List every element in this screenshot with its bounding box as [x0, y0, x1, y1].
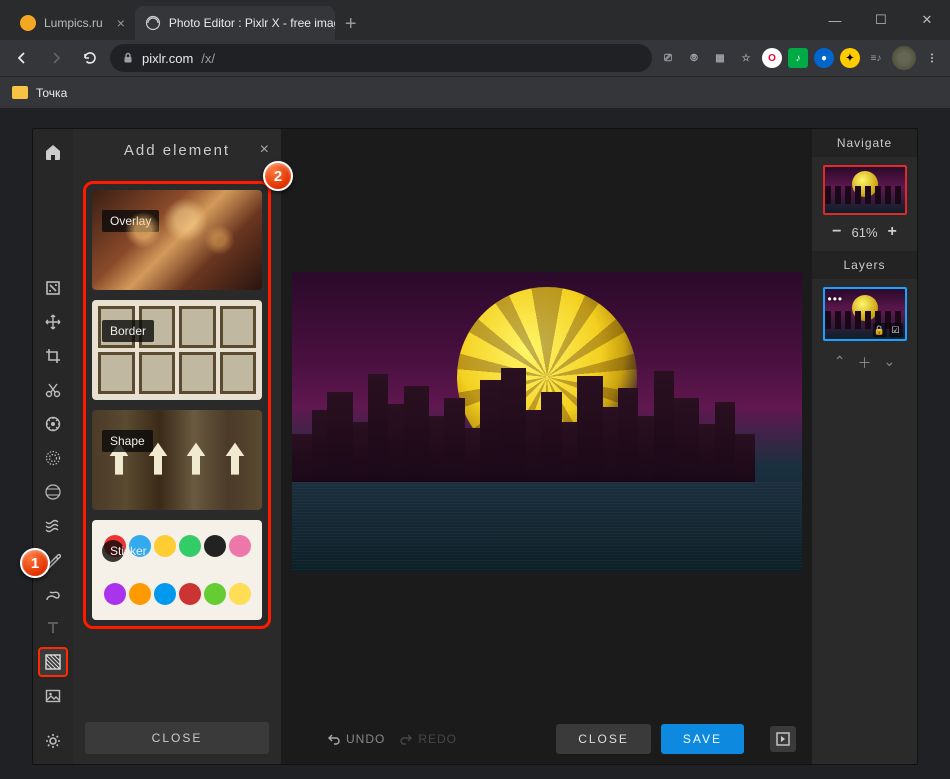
add-element-tool[interactable] [38, 647, 68, 677]
effect-tool[interactable] [38, 443, 68, 473]
close-panel-button[interactable]: × [260, 141, 271, 159]
filter-tool[interactable] [38, 477, 68, 507]
back-button[interactable] [8, 44, 36, 72]
annotation-badge-1: 1 [20, 548, 50, 578]
layer-controls: ⌃ ＋ ⌄ [812, 349, 917, 377]
panel-close-button[interactable]: CLOSE [85, 722, 269, 754]
tool-column [33, 129, 73, 764]
close-window-button[interactable]: ✕ [904, 0, 950, 40]
url-input[interactable]: pixlr.com/x/ [110, 44, 652, 72]
category-label: Sticker [102, 540, 124, 562]
qr-icon[interactable]: ▦ [710, 48, 730, 68]
favicon-pixlr [145, 15, 161, 31]
settings-button[interactable] [38, 726, 68, 756]
canvas[interactable] [292, 272, 802, 572]
move-tool[interactable] [38, 307, 68, 337]
browser-tab-2[interactable]: Photo Editor : Pixlr X - free image × [135, 6, 335, 40]
tab-title: Lumpics.ru [44, 16, 103, 30]
cast-icon[interactable]: ⎚ [658, 48, 678, 68]
adjust-tool[interactable] [38, 409, 68, 439]
navigate-header: Navigate [812, 129, 917, 157]
ext-yellow-icon[interactable]: ✦ [840, 48, 860, 68]
liquify-tool[interactable] [38, 511, 68, 541]
minimize-button[interactable]: — [812, 0, 858, 40]
address-bar: pixlr.com/x/ ⎚ ⦾ ▦ ☆ O ♪ ● ✦ ≡♪ ⋮ [0, 40, 950, 76]
category-label: Shape [102, 430, 153, 452]
folder-icon [12, 86, 28, 99]
zoom-out-button[interactable]: − [832, 223, 841, 241]
draw-tool[interactable] [38, 579, 68, 609]
zoom-value: 61% [851, 225, 877, 240]
layer-up-button[interactable]: ⌃ [834, 353, 846, 373]
canvas-area: UNDO REDO CLOSE SAVE [281, 129, 812, 764]
visibility-icon[interactable]: ☑ [889, 323, 903, 337]
ext-blue-icon[interactable]: ● [814, 48, 834, 68]
zoom-controls: − 61% + [812, 219, 917, 251]
category-shape[interactable]: Shape [92, 410, 262, 510]
add-image-tool[interactable] [38, 681, 68, 711]
lock-icon [122, 52, 134, 64]
ext-green-icon[interactable]: ♪ [788, 48, 808, 68]
bookmarks-bar: Точка [0, 76, 950, 108]
crop-tool[interactable] [38, 341, 68, 371]
url-host: pixlr.com [142, 51, 193, 66]
category-border[interactable]: Border [92, 300, 262, 400]
panel-title: Add element [124, 142, 230, 159]
url-path: /x/ [201, 51, 215, 66]
profile-avatar[interactable] [892, 46, 916, 70]
window-controls: — ☐ ✕ [812, 0, 950, 40]
reload-button[interactable] [76, 44, 104, 72]
text-tool[interactable] [38, 613, 68, 643]
browser-tab-1[interactable]: Lumpics.ru × [10, 6, 135, 40]
ext-opera-icon[interactable]: O [762, 48, 782, 68]
cutout-tool[interactable] [38, 375, 68, 405]
favicon-lumpics [20, 15, 36, 31]
reading-list-icon[interactable]: ≡♪ [866, 48, 886, 68]
close-icon[interactable]: × [117, 15, 125, 31]
browser-tab-strip: Lumpics.ru × Photo Editor : Pixlr X - fr… [0, 0, 950, 40]
category-overlay[interactable]: Overlay [92, 190, 262, 290]
add-element-panel: Add element × 2 Overlay Border Shape [73, 129, 281, 764]
annotation-badge-2: 2 [263, 161, 293, 191]
canvas-footer: UNDO REDO CLOSE SAVE [281, 714, 812, 764]
panel-header: Add element × [73, 129, 281, 171]
navigate-thumbnail[interactable] [823, 165, 907, 215]
menu-button[interactable]: ⋮ [922, 48, 942, 68]
maximize-button[interactable]: ☐ [858, 0, 904, 40]
layer-menu-button[interactable]: ••• [828, 292, 844, 306]
lock-icon[interactable]: 🔒 [873, 323, 887, 337]
add-layer-button[interactable]: ＋ [858, 353, 872, 373]
element-categories: Overlay Border Shape Sticker [83, 181, 271, 629]
forward-button[interactable] [42, 44, 70, 72]
category-sticker[interactable]: Sticker [92, 520, 262, 620]
layer-item[interactable]: ••• 🔒 ☑ [823, 287, 907, 341]
arrange-tool[interactable] [38, 273, 68, 303]
home-button[interactable] [40, 139, 66, 165]
bookmark-item[interactable]: Точка [36, 86, 67, 100]
zoom-in-button[interactable]: + [888, 223, 897, 241]
new-tab-button[interactable]: + [335, 9, 367, 40]
layers-header: Layers [812, 251, 917, 279]
layer-down-button[interactable]: ⌄ [884, 353, 896, 373]
right-sidebar: Navigate − 61% + Layers ••• 🔒 ☑ ⌃ ＋ ⌄ [812, 129, 917, 764]
history-toggle-button[interactable] [770, 726, 796, 752]
category-label: Border [102, 320, 154, 342]
save-button[interactable]: SAVE [661, 724, 744, 754]
close-button[interactable]: CLOSE [556, 724, 651, 754]
star-icon[interactable]: ☆ [736, 48, 756, 68]
tab-title: Photo Editor : Pixlr X - free image [169, 16, 335, 30]
category-label: Overlay [102, 210, 159, 232]
redo-button[interactable]: REDO [399, 732, 457, 746]
undo-button[interactable]: UNDO [327, 732, 385, 746]
pixlr-app: Add element × 2 Overlay Border Shape [32, 128, 918, 765]
translate-icon[interactable]: ⦾ [684, 48, 704, 68]
